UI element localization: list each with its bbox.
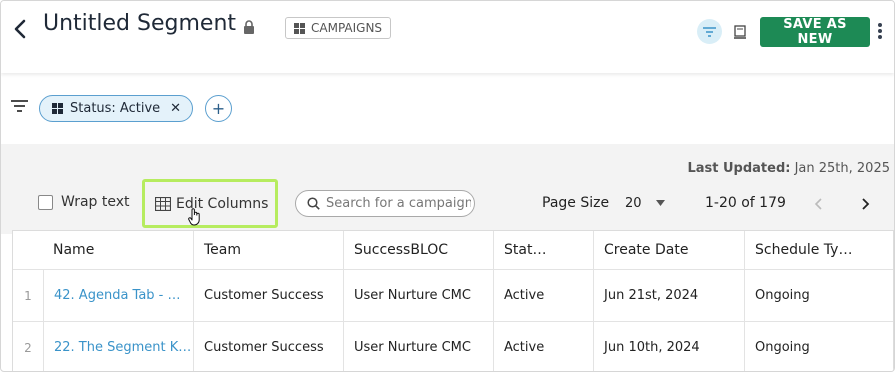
table-row[interactable]: 2 22. The Segment K… Customer Success Us… bbox=[13, 322, 894, 371]
status-cell: Active bbox=[493, 322, 593, 371]
status-cell: Active bbox=[493, 270, 593, 321]
campaign-table: Name Team SuccessBLOC Stat… Create Date … bbox=[12, 230, 894, 371]
kebab-icon[interactable] bbox=[877, 22, 883, 42]
edit-columns-button[interactable]: Edit Columns bbox=[142, 179, 278, 228]
page-title: Untitled Segment bbox=[43, 11, 237, 36]
successbloc-cell: User Nurture CMC bbox=[343, 270, 493, 321]
team-cell: Customer Success bbox=[193, 270, 343, 321]
column-header-create-date[interactable]: Create Date bbox=[593, 231, 744, 269]
chevron-right-icon[interactable] bbox=[860, 197, 870, 211]
page-size-select[interactable]: 20 bbox=[625, 196, 642, 211]
segment-type-badge[interactable]: CAMPAIGNS bbox=[285, 17, 392, 39]
filter-chip-label: Status: Active bbox=[70, 101, 161, 116]
last-updated-label: Last Updated: bbox=[687, 161, 791, 176]
schedule-type-cell: Ongoing bbox=[744, 270, 894, 321]
filter-icon bbox=[703, 26, 716, 37]
chevron-down-icon[interactable] bbox=[656, 200, 665, 206]
table-header-row: Name Team SuccessBLOC Stat… Create Date … bbox=[13, 231, 893, 270]
schedule-type-cell: Ongoing bbox=[744, 322, 894, 371]
table-toolbar-area bbox=[1, 144, 894, 234]
grid-icon bbox=[52, 103, 63, 114]
app-frame: Untitled Segment CAMPAIGNS SAVE AS NEW S… bbox=[0, 0, 895, 372]
row-index: 1 bbox=[24, 288, 32, 303]
search-icon bbox=[307, 197, 320, 210]
pagination-range: 1-20 of 179 bbox=[705, 195, 786, 211]
wrap-text-label: Wrap text bbox=[61, 194, 130, 210]
row-index: 2 bbox=[24, 340, 32, 355]
create-date-cell: Jun 10th, 2024 bbox=[593, 322, 744, 371]
close-icon[interactable]: ✕ bbox=[170, 101, 181, 116]
plus-icon: + bbox=[211, 99, 226, 118]
table-row[interactable]: 1 42. Agenda Tab - … Customer Success Us… bbox=[13, 270, 893, 322]
campaign-name-link[interactable]: 22. The Segment K… bbox=[43, 322, 193, 371]
last-updated: Last Updated: Jan 25th, 2025 bbox=[687, 161, 890, 176]
column-header-team[interactable]: Team bbox=[193, 231, 343, 269]
last-updated-value: Jan 25th, 2025 bbox=[794, 161, 890, 176]
chevron-left-icon[interactable] bbox=[814, 197, 824, 211]
lock-icon bbox=[244, 20, 254, 34]
grid-icon bbox=[294, 22, 305, 34]
book-icon[interactable] bbox=[733, 25, 747, 39]
search-field[interactable] bbox=[295, 190, 475, 217]
column-header-successbloc[interactable]: SuccessBLOC bbox=[343, 231, 493, 269]
search-input[interactable] bbox=[326, 194, 471, 213]
create-date-cell: Jun 21st, 2024 bbox=[593, 270, 744, 321]
column-header-status[interactable]: Stat… bbox=[493, 231, 593, 269]
successbloc-cell: User Nurture CMC bbox=[343, 322, 493, 371]
cursor-hand-icon bbox=[188, 208, 200, 226]
column-header-schedule-type[interactable]: Schedule Ty… bbox=[744, 231, 894, 269]
badge-label: CAMPAIGNS bbox=[311, 21, 383, 35]
status-filter-chip[interactable]: Status: Active ✕ bbox=[39, 95, 193, 122]
header: Untitled Segment CAMPAIGNS SAVE AS NEW bbox=[1, 1, 894, 73]
checkbox[interactable] bbox=[38, 194, 53, 210]
column-header-name[interactable]: Name bbox=[13, 231, 193, 269]
filter-toggle-button[interactable] bbox=[697, 19, 722, 44]
back-arrow-icon[interactable] bbox=[11, 18, 29, 40]
save-as-new-button[interactable]: SAVE AS NEW bbox=[760, 17, 870, 47]
filter-icon[interactable] bbox=[11, 99, 28, 113]
team-cell: Customer Success bbox=[193, 322, 343, 371]
page-size-label: Page Size bbox=[542, 195, 610, 211]
table-icon bbox=[155, 197, 171, 211]
add-filter-button[interactable]: + bbox=[205, 95, 232, 122]
wrap-text-checkbox[interactable]: Wrap text bbox=[38, 194, 130, 210]
campaign-name-link[interactable]: 42. Agenda Tab - … bbox=[43, 270, 193, 321]
